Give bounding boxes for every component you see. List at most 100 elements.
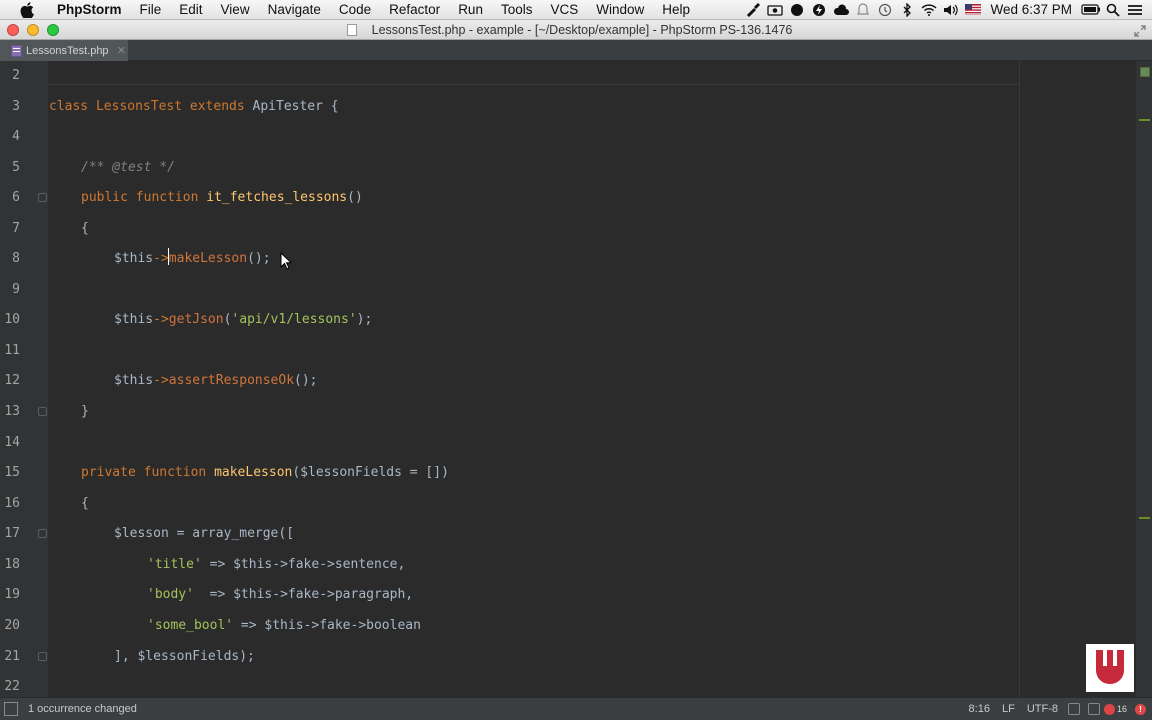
code-text: class LessonsTest extends ApiTester {	[49, 99, 339, 114]
window-title-bar: LessonsTest.php - example - [~/Desktop/e…	[0, 20, 1152, 40]
battery-icon[interactable]	[1080, 0, 1102, 20]
code-line: 8 $this->makeLesson();	[0, 244, 1135, 274]
tool-window-toggle-icon[interactable]	[4, 702, 18, 716]
line-number: 16	[4, 496, 20, 511]
line-number: 2	[12, 68, 20, 83]
menu-file[interactable]: File	[131, 0, 171, 20]
code-line: 12 $this->assertResponseOk();	[0, 366, 1135, 396]
menu-clock[interactable]: Wed 6:37 PM	[984, 2, 1080, 17]
caret-position[interactable]: 8:16	[963, 703, 996, 715]
ide-error-icon[interactable]: !	[1135, 703, 1146, 715]
fold-marker-icon[interactable]	[38, 652, 47, 661]
wrench-icon[interactable]	[742, 0, 764, 20]
line-number: 12	[4, 373, 20, 388]
code-text: $lesson = array_merge([	[114, 526, 295, 541]
change-marker[interactable]	[1139, 517, 1150, 519]
code-line: 22	[0, 672, 1135, 697]
status-bar: 1 occurrence changed 8:16 LF UTF-8 16 !	[0, 697, 1152, 720]
fullscreen-icon[interactable]	[1134, 24, 1146, 37]
code-text: private function makeLesson($lessonField…	[81, 465, 449, 480]
event-log-badge[interactable]: 16	[1103, 703, 1127, 715]
menu-refactor[interactable]: Refactor	[380, 0, 449, 20]
system-menu-bar: PhpStorm File Edit View Navigate Code Re…	[0, 0, 1152, 20]
code-line: 11	[0, 336, 1135, 366]
status-message: 1 occurrence changed	[28, 703, 137, 715]
menu-help[interactable]: Help	[653, 0, 699, 20]
line-number: 17	[4, 526, 20, 541]
code-line: 9	[0, 275, 1135, 305]
wifi-icon[interactable]	[918, 0, 940, 20]
line-number: 18	[4, 557, 20, 572]
line-number: 15	[4, 465, 20, 480]
fold-marker-icon[interactable]	[38, 407, 47, 416]
code-line: 19 'body' => $this->fake->paragraph,	[0, 580, 1135, 610]
menu-run[interactable]: Run	[449, 0, 492, 20]
notification-center-icon[interactable]	[1124, 0, 1146, 20]
code-text: $this->makeLesson();	[114, 244, 271, 274]
line-number: 3	[12, 99, 20, 114]
code-text: 'title' => $this->fake->sentence,	[147, 557, 406, 572]
doc-comment: /** @test */	[81, 160, 175, 175]
menu-vcs[interactable]: VCS	[541, 0, 587, 20]
window-title: LessonsTest.php - example - [~/Desktop/e…	[371, 22, 793, 37]
menu-window[interactable]: Window	[587, 0, 653, 20]
inspector-icon[interactable]	[1087, 703, 1100, 715]
line-number: 4	[12, 129, 20, 144]
line-number: 10	[4, 312, 20, 327]
us-flag-icon[interactable]	[962, 0, 984, 20]
menu-code[interactable]: Code	[330, 0, 380, 20]
change-marker[interactable]	[1139, 119, 1150, 121]
channel-logo-icon	[1086, 644, 1134, 692]
code-line: 6 public function it_fetches_lessons()	[0, 183, 1135, 213]
tab-close-icon[interactable]: ✕	[117, 44, 126, 57]
lightning-icon[interactable]	[808, 0, 830, 20]
code-text: public function it_fetches_lessons()	[81, 190, 363, 205]
bell-icon[interactable]	[852, 0, 874, 20]
code-text: 'body' => $this->fake->paragraph,	[147, 587, 414, 602]
record-icon[interactable]	[786, 0, 808, 20]
bluetooth-icon[interactable]	[896, 0, 918, 20]
line-number: 22	[4, 679, 20, 694]
time-machine-icon[interactable]	[874, 0, 896, 20]
camera-icon[interactable]	[764, 0, 786, 20]
error-stripe-scrollbar[interactable]	[1135, 61, 1152, 697]
lock-icon[interactable]	[1067, 703, 1080, 715]
fold-marker-icon[interactable]	[38, 193, 47, 202]
cloud-icon[interactable]	[830, 0, 852, 20]
code-line: 10 $this->getJson('api/v1/lessons');	[0, 305, 1135, 335]
php-file-icon	[10, 44, 22, 57]
inspection-status-icon[interactable]	[1140, 67, 1150, 77]
line-number: 8	[12, 251, 20, 266]
tab-lessonstest-php[interactable]: LessonsTest.php ✕	[0, 40, 128, 61]
volume-icon[interactable]	[940, 0, 962, 20]
menu-app-name[interactable]: PhpStorm	[48, 0, 131, 20]
code-line: 2	[0, 61, 1135, 91]
code-line: 4	[0, 122, 1135, 152]
line-number: 20	[4, 618, 20, 633]
menu-edit[interactable]: Edit	[170, 0, 211, 20]
code-line: 21 ], $lessonFields);	[0, 642, 1135, 672]
code-editor[interactable]: 2 3 class LessonsTest extends ApiTester …	[0, 61, 1152, 697]
menu-navigate[interactable]: Navigate	[259, 0, 330, 20]
file-encoding[interactable]: UTF-8	[1021, 703, 1064, 715]
apple-menu-icon[interactable]	[18, 1, 36, 18]
line-number: 19	[4, 587, 20, 602]
fold-marker-icon[interactable]	[38, 529, 47, 538]
event-count: 16	[1116, 704, 1127, 714]
code-text: }	[81, 404, 89, 419]
line-separator[interactable]: LF	[996, 703, 1021, 715]
menu-tools[interactable]: Tools	[492, 0, 542, 20]
menu-view[interactable]: View	[212, 0, 259, 20]
code-text: {	[81, 221, 89, 236]
line-number: 13	[4, 404, 20, 419]
code-text: {	[81, 496, 89, 511]
code-text: $this->assertResponseOk();	[114, 373, 318, 388]
line-number: 21	[4, 649, 20, 664]
code-line: 14	[0, 428, 1135, 458]
line-number: 9	[12, 282, 20, 297]
code-line: 13 }	[0, 397, 1135, 427]
line-number: 14	[4, 435, 20, 450]
spotlight-search-icon[interactable]	[1102, 0, 1124, 20]
code-text: 'some_bool' => $this->fake->boolean	[147, 618, 421, 633]
line-number: 6	[12, 190, 20, 205]
